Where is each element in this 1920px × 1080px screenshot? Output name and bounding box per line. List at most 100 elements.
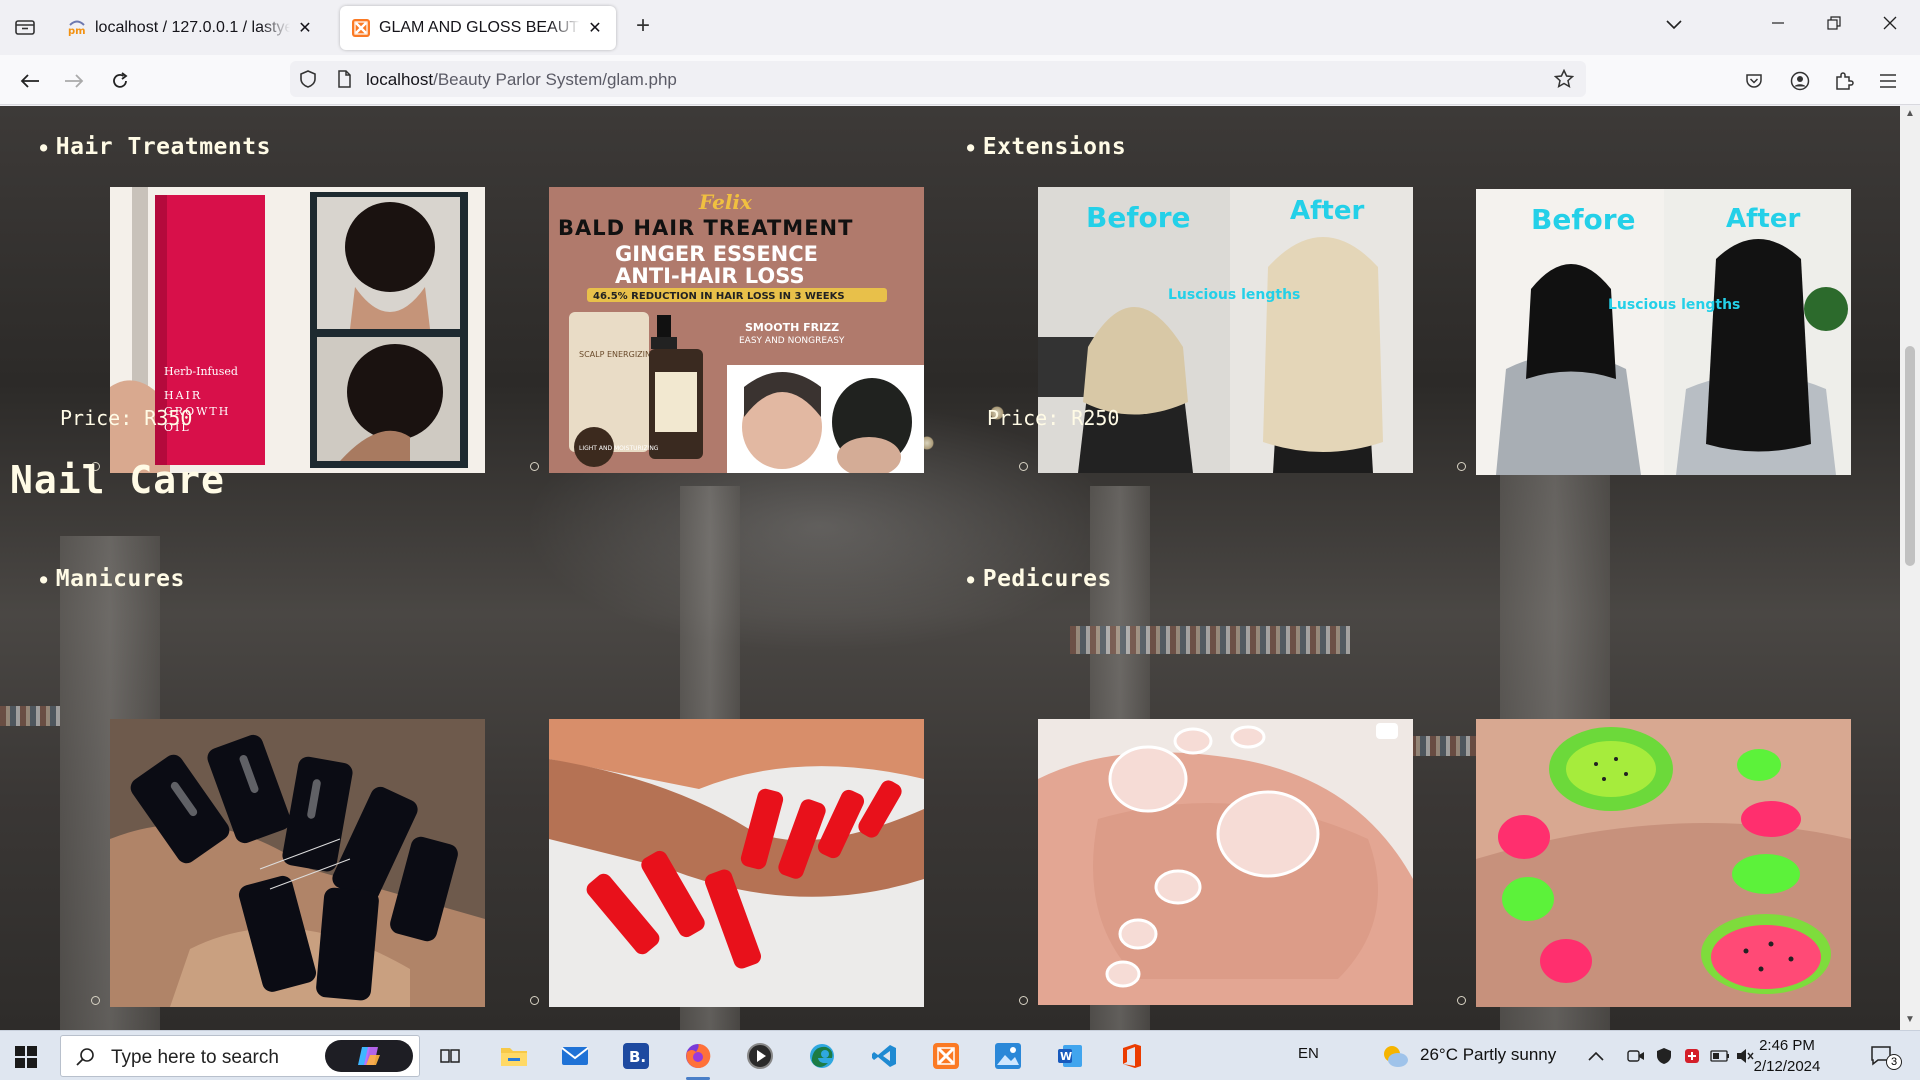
minimize-button[interactable] (1758, 14, 1798, 40)
pocket-button[interactable] (1738, 65, 1770, 97)
bald-badge: LIGHT AND MOISTURIZING (579, 445, 659, 452)
folder-icon (501, 1048, 527, 1066)
chevron-up-icon (1588, 1051, 1604, 1061)
windows-start-icon[interactable] (14, 1045, 38, 1069)
carousel-dot[interactable] (1019, 996, 1028, 1005)
weather-partly-sunny-icon[interactable] (1380, 1043, 1410, 1069)
scroll-down-arrow-icon[interactable]: ▼ (1904, 1014, 1916, 1025)
scrollbar-thumb[interactable] (1905, 346, 1915, 566)
french-pedicure-image (1038, 719, 1413, 1005)
carousel-dot[interactable] (1019, 462, 1028, 471)
dark-extensions-image: Before After Luscious lengths (1476, 189, 1851, 475)
security-shield-icon[interactable] (1652, 1038, 1676, 1074)
background-shelf (1070, 626, 1350, 654)
bald-hair-treatment-image: Felix BALD HAIR TREATMENT GINGER ESSENCE… (549, 187, 924, 473)
file-explorer-button[interactable] (494, 1038, 534, 1074)
bullet-icon: ● (967, 140, 975, 154)
forward-button[interactable] (58, 65, 90, 97)
pocket-icon (1746, 74, 1762, 88)
luscious-label: Luscious lengths (1608, 297, 1740, 313)
tab-phpmyadmin[interactable]: pma localhost / 127.0.0.1 / lastyear / ✕ (56, 6, 326, 50)
address-bar[interactable]: localhost/Beauty Parlor System/glam.php (290, 61, 1586, 97)
extensions-button[interactable] (1828, 65, 1860, 97)
task-view-icon (440, 1049, 460, 1063)
clock-date: 2/12/2024 (1753, 1058, 1821, 1075)
bald-sub2: ANTI-HAIR LOSS (615, 264, 805, 288)
windows-taskbar: Type here to search B. W EN 26°C Partly (0, 1030, 1920, 1080)
mail-button[interactable] (555, 1038, 595, 1074)
navigation-toolbar: localhost/Beauty Parlor System/glam.php (0, 55, 1920, 105)
close-window-button[interactable] (1870, 14, 1910, 40)
list-all-tabs-button[interactable] (10, 12, 40, 42)
tab-glam-and-gloss[interactable]: GLAM AND GLOSS BEAUTY PARLOR ✕ (340, 6, 616, 50)
search-icon (76, 1048, 94, 1066)
red-manicure-image (549, 719, 924, 1007)
tracking-protection-shield-icon[interactable] (298, 69, 318, 89)
carousel-dot[interactable] (1457, 462, 1466, 471)
app-menu-button[interactable] (1872, 65, 1904, 97)
carousel-dot[interactable] (530, 996, 539, 1005)
antivirus-tray-icon[interactable] (1680, 1038, 1704, 1074)
battery-icon[interactable] (1708, 1038, 1732, 1074)
carousel-dot[interactable] (1457, 996, 1466, 1005)
language-indicator[interactable]: EN (1298, 1045, 1319, 1062)
scroll-up-arrow-icon[interactable]: ▲ (1904, 108, 1916, 119)
extensions-price: Price: R250 (987, 406, 1120, 430)
forward-arrow-icon (65, 74, 84, 88)
taskbar-search-box[interactable]: Type here to search (60, 1035, 420, 1077)
bald-frizz: SMOOTH FRIZZ (745, 321, 839, 334)
reload-button[interactable] (104, 65, 136, 97)
hair-treatments-heading: ● Hair Treatments (40, 134, 271, 160)
edge-button[interactable] (802, 1038, 842, 1074)
restore-button[interactable] (1814, 14, 1854, 40)
tab-title: localhost / 127.0.0.1 / lastyear / (95, 19, 290, 36)
new-tab-button[interactable]: + (628, 12, 658, 42)
puzzle-icon (1836, 72, 1854, 90)
hair-growth-oil-image: Herb-Infused HAIR GROWTH OIL (110, 187, 485, 473)
svg-text:pma: pma (68, 26, 86, 37)
carousel-dot[interactable] (91, 996, 100, 1005)
black-manicure-image (110, 719, 485, 1007)
bald-bar: 46.5% REDUCTION IN HAIR LOSS IN 3 WEEKS (593, 291, 845, 302)
url-host: localhost (366, 70, 434, 89)
svg-text:W: W (1060, 1050, 1072, 1063)
office-button[interactable] (1112, 1038, 1152, 1074)
back-button[interactable] (14, 65, 46, 97)
list-tabs-chevron-icon[interactable] (1654, 14, 1694, 40)
copilot-button[interactable] (325, 1040, 413, 1072)
media-player-button[interactable] (740, 1038, 780, 1074)
notification-center-button[interactable]: 3 (1862, 1038, 1902, 1074)
search-placeholder: Type here to search (111, 1047, 279, 1068)
close-tab-icon[interactable]: ✕ (586, 18, 604, 38)
copilot-icon (358, 1047, 380, 1065)
photos-button[interactable] (988, 1038, 1028, 1074)
after-label: After (1290, 196, 1364, 226)
tab-bar: pma localhost / 127.0.0.1 / lastyear / ✕… (0, 0, 1920, 55)
url-text[interactable]: localhost/Beauty Parlor System/glam.php (366, 70, 677, 90)
page-scrollbar[interactable]: ▲ ▼ (1900, 106, 1920, 1030)
meet-now-icon[interactable] (1624, 1038, 1648, 1074)
show-hidden-icons-button[interactable] (1584, 1038, 1608, 1074)
hamburger-menu-icon (1880, 74, 1896, 88)
weather-text[interactable]: 26°C Partly sunny (1420, 1045, 1556, 1065)
edge-icon (810, 1044, 834, 1068)
account-icon (1790, 71, 1810, 91)
blonde-extensions-image: Before After Luscious lengths (1038, 187, 1413, 473)
account-button[interactable] (1784, 65, 1816, 97)
bitwarden-button[interactable]: B. (616, 1038, 656, 1074)
b-app-icon: B. (623, 1043, 649, 1069)
bookmark-star-icon[interactable] (1554, 69, 1574, 89)
close-tab-icon[interactable]: ✕ (296, 18, 314, 38)
task-view-button[interactable] (430, 1038, 470, 1074)
bullet-icon: ● (40, 140, 48, 154)
taskbar-clock[interactable]: 2:46 PM 2/12/2024 (1752, 1035, 1822, 1077)
page-info-icon[interactable] (334, 69, 354, 89)
neon-pedicure-image (1476, 719, 1851, 1007)
hair-treatments-price: Price: R350 (60, 406, 193, 430)
word-button[interactable]: W (1050, 1038, 1090, 1074)
xampp-button[interactable] (926, 1038, 966, 1074)
carousel-dot[interactable] (530, 462, 539, 471)
firefox-button[interactable] (678, 1038, 718, 1080)
xampp-favicon-icon (352, 19, 370, 37)
vscode-button[interactable] (864, 1038, 904, 1074)
